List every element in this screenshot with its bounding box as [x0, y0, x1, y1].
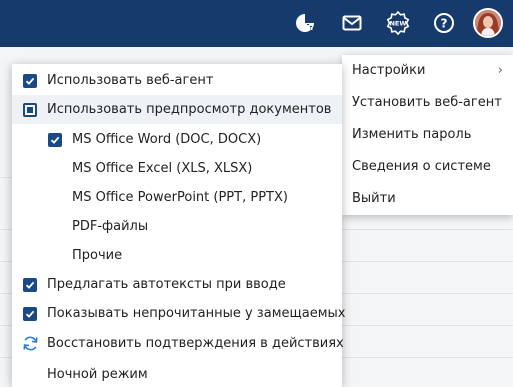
setting-preview-word[interactable]: MS Office Word (DOC, DOCX) [12, 125, 342, 154]
top-header-bar: NEW ? [0, 0, 513, 47]
chevron-right-icon: › [497, 63, 503, 78]
user-menu-item-label: Выйти [352, 191, 396, 206]
setting-label: Ночной режим [47, 367, 148, 382]
setting-label: MS Office Word (DOC, DOCX) [72, 132, 262, 147]
refresh-icon [22, 335, 39, 352]
user-menu-item-system-info[interactable]: Сведения о системе [342, 151, 513, 183]
setting-use-web-agent[interactable]: Использовать веб-агент [12, 66, 342, 95]
user-menu: Настройки › Установить веб-агент Изменит… [342, 55, 513, 215]
setting-label: Восстановить подтверждения в действиях [47, 336, 344, 351]
user-menu-item-label: Сведения о системе [352, 159, 491, 174]
setting-label: Использовать предпросмотр документов [47, 102, 332, 117]
user-menu-item-logout[interactable]: Выйти [342, 183, 513, 215]
dashboard-icon[interactable] [291, 9, 319, 37]
user-menu-item-settings[interactable]: Настройки › [342, 55, 513, 87]
help-icon[interactable]: ? [430, 9, 458, 37]
setting-label: MS Office Excel (XLS, XLSX) [72, 161, 253, 176]
checkbox-partial-icon[interactable] [23, 102, 37, 117]
help-glyph: ? [441, 17, 448, 31]
setting-preview-excel[interactable]: MS Office Excel (XLS, XLSX) [12, 154, 342, 183]
checkbox-checked-icon[interactable] [48, 132, 62, 147]
new-badge-icon[interactable]: NEW [384, 9, 412, 37]
avatar[interactable] [473, 8, 503, 38]
setting-preview-other[interactable]: Прочие [12, 241, 342, 270]
mail-icon[interactable] [338, 9, 366, 37]
user-menu-item-label: Установить веб-агент [352, 95, 502, 110]
checkbox-checked-icon[interactable] [23, 73, 37, 88]
setting-label: Использовать веб-агент [47, 73, 214, 88]
setting-label: Предлагать автотексты при вводе [47, 277, 286, 292]
setting-suggest-autotexts[interactable]: Предлагать автотексты при вводе [12, 270, 342, 299]
user-menu-item-label: Настройки [352, 63, 426, 78]
user-menu-item-label: Изменить пароль [352, 127, 472, 142]
new-badge-text: NEW [389, 20, 406, 28]
setting-label: MS Office PowerPoint (PPT, PPTX) [72, 190, 288, 205]
user-menu-item-install-web-agent[interactable]: Установить веб-агент [342, 87, 513, 119]
setting-label: Показывать непрочитанные у замещаемых [47, 306, 346, 321]
user-menu-item-change-password[interactable]: Изменить пароль [342, 119, 513, 151]
setting-show-unread-substitutes[interactable]: Показывать непрочитанные у замещаемых [12, 299, 346, 328]
setting-label: PDF-файлы [72, 219, 149, 234]
setting-preview-powerpoint[interactable]: MS Office PowerPoint (PPT, PPTX) [12, 183, 342, 212]
setting-label: Прочие [72, 248, 123, 263]
checkbox-checked-icon[interactable] [23, 306, 37, 321]
checkbox-checked-icon[interactable] [23, 277, 37, 292]
setting-use-document-preview[interactable]: Использовать предпросмотр документов [12, 95, 342, 124]
setting-night-mode[interactable]: Ночной режим [12, 360, 342, 387]
settings-submenu: Использовать веб-агент Использовать пред… [12, 64, 346, 387]
setting-preview-pdf[interactable]: PDF-файлы [12, 212, 342, 241]
setting-restore-confirmations[interactable]: Восстановить подтверждения в действиях [12, 329, 344, 358]
